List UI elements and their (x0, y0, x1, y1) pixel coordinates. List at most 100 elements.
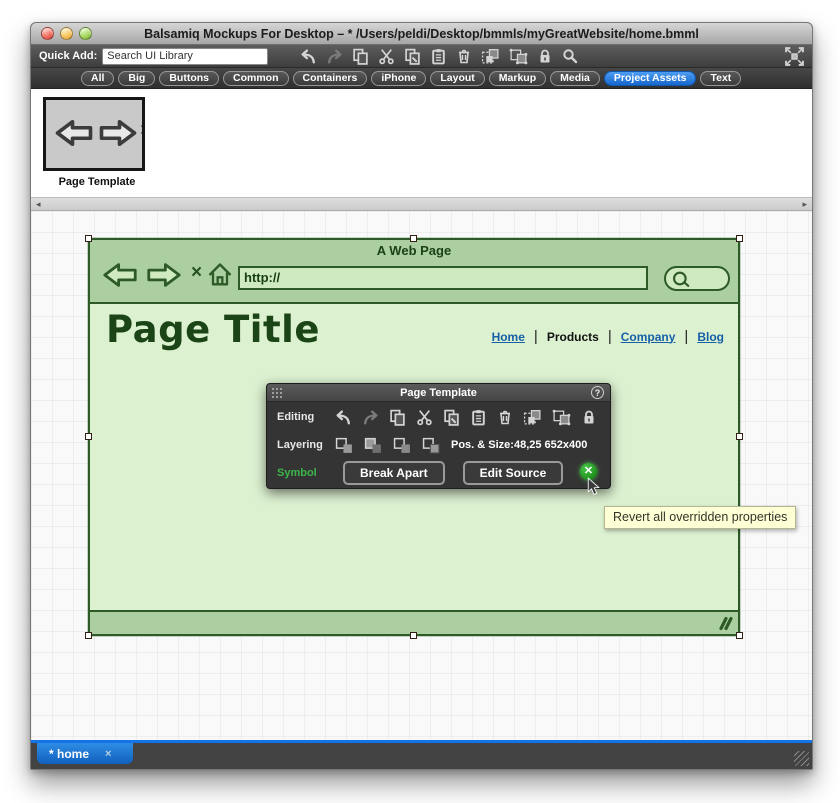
tab-media[interactable]: Media (550, 70, 600, 86)
property-inspector[interactable]: Page Template ? Editing Layering Pos. & … (266, 383, 611, 489)
paste-icon[interactable] (430, 48, 447, 65)
selection-handle-ne[interactable] (736, 235, 743, 242)
toolbar-icons (300, 48, 578, 65)
group-icon[interactable] (481, 48, 500, 65)
tab-big[interactable]: Big (118, 70, 156, 86)
tab-containers[interactable]: Containers (292, 70, 368, 86)
library-tab-bar: All Big Buttons Common Containers iPhone… (31, 68, 812, 89)
traffic-lights (41, 27, 92, 40)
nav-link-products: Products (546, 329, 599, 344)
back-arrow-icon (102, 261, 138, 289)
browser-search-pill (664, 266, 730, 291)
break-apart-button[interactable]: Break Apart (343, 461, 445, 485)
search-input[interactable] (102, 47, 269, 65)
document-tab-bar: * home × (31, 743, 812, 769)
lock-icon[interactable] (537, 48, 553, 64)
tab-layout[interactable]: Layout (430, 70, 485, 86)
delete-icon[interactable] (456, 48, 472, 64)
layering-row: Layering Pos. & Size:48,25 652x400 (267, 432, 610, 458)
tab-buttons[interactable]: Buttons (159, 70, 220, 86)
inspector-title: Page Template (400, 386, 477, 399)
bring-forward-icon[interactable] (364, 437, 383, 454)
nav-link-company: Company (620, 329, 676, 344)
scroll-left-icon[interactable]: ◂ (36, 199, 41, 210)
copy-icon[interactable] (352, 48, 369, 65)
pos-size-readout: Pos. & Size:48,25 652x400 (451, 439, 588, 451)
thumb-forward-arrow-icon (98, 118, 138, 148)
stop-icon: × (191, 262, 203, 283)
window-resize-grip[interactable] (794, 751, 809, 766)
asset-thumbnail[interactable]: › (43, 97, 145, 171)
selection-handle-e[interactable] (736, 433, 743, 440)
undo-icon[interactable] (300, 48, 317, 65)
selection-handle-w[interactable] (85, 433, 92, 440)
close-window-button[interactable] (41, 27, 54, 40)
browser-search-icon (670, 268, 696, 289)
selection-handle-n[interactable] (410, 235, 417, 242)
editing-row: Editing (267, 402, 610, 432)
tab-common[interactable]: Common (223, 70, 289, 86)
tab-project-assets[interactable]: Project Assets (603, 70, 697, 86)
mockup-canvas[interactable]: A Web Page × http:// Page Title Home | P… (31, 211, 812, 740)
symbol-label: Symbol (277, 467, 317, 479)
tab-text[interactable]: Text (700, 70, 742, 86)
tab-iphone[interactable]: iPhone (371, 70, 427, 86)
selection-handle-s[interactable] (410, 632, 417, 639)
tab-all[interactable]: All (81, 70, 115, 86)
edit-source-button[interactable]: Edit Source (462, 461, 564, 485)
document-tab-home[interactable]: * home × (37, 743, 133, 764)
nav-separator: | (684, 328, 689, 345)
cut-icon[interactable] (378, 48, 395, 65)
redo-icon[interactable] (362, 409, 379, 426)
paste-special-icon[interactable] (404, 48, 421, 65)
send-backward-icon[interactable] (393, 437, 412, 454)
close-tab-icon[interactable]: × (105, 748, 111, 760)
quick-add-label: Quick Add: (39, 50, 98, 62)
asset-label: Page Template (58, 176, 136, 188)
nav-link-home: Home (491, 329, 525, 344)
asset-item-page-template[interactable]: › Page Template (41, 97, 153, 188)
resize-grip-icon (717, 616, 733, 631)
help-icon[interactable]: ? (591, 386, 604, 399)
layering-label: Layering (277, 439, 323, 451)
minimize-window-button[interactable] (60, 27, 73, 40)
selection-handle-sw[interactable] (85, 632, 92, 639)
selection-handle-se[interactable] (736, 632, 743, 639)
thumb-back-arrow-icon (54, 118, 94, 148)
editing-label: Editing (277, 411, 315, 423)
send-to-back-icon[interactable] (422, 437, 441, 454)
mockup-footer-bar (90, 610, 738, 634)
paste-icon[interactable] (470, 409, 487, 426)
nav-separator: | (533, 328, 538, 345)
ungroup-icon[interactable] (552, 409, 571, 426)
document-tab-label: * home (49, 746, 90, 761)
lock-icon[interactable] (581, 409, 597, 425)
group-icon[interactable] (523, 409, 542, 426)
mouse-cursor-icon (587, 477, 600, 496)
undo-icon[interactable] (335, 409, 352, 426)
cut-icon[interactable] (416, 409, 433, 426)
main-toolbar: Quick Add: (31, 45, 812, 68)
asset-scrollbar[interactable]: ◂ ▸ (31, 197, 812, 211)
zoom-tool-icon[interactable] (562, 48, 578, 64)
app-window: Balsamiq Mockups For Desktop – * /Users/… (30, 22, 813, 770)
ungroup-icon[interactable] (509, 48, 528, 65)
inspector-header[interactable]: Page Template ? (267, 384, 610, 402)
redo-icon[interactable] (326, 48, 343, 65)
scroll-right-icon[interactable]: ▸ (802, 199, 807, 210)
bring-to-front-icon[interactable] (335, 437, 354, 454)
url-field: http:// (238, 266, 648, 290)
copy-icon[interactable] (389, 409, 406, 426)
title-bar[interactable]: Balsamiq Mockups For Desktop – * /Users/… (31, 23, 812, 45)
zoom-window-button[interactable] (79, 27, 92, 40)
tab-markup[interactable]: Markup (488, 70, 547, 86)
selection-handle-nw[interactable] (85, 235, 92, 242)
fullscreen-icon[interactable] (785, 47, 804, 66)
asset-panel: › Page Template (31, 89, 812, 197)
paste-special-icon[interactable] (443, 409, 460, 426)
symbol-row: Symbol Break Apart Edit Source (267, 458, 610, 488)
drag-handle-icon[interactable] (271, 387, 283, 399)
browser-chrome: A Web Page × http:// (90, 240, 738, 304)
delete-icon[interactable] (497, 409, 513, 425)
browser-window-title: A Web Page (376, 243, 452, 258)
